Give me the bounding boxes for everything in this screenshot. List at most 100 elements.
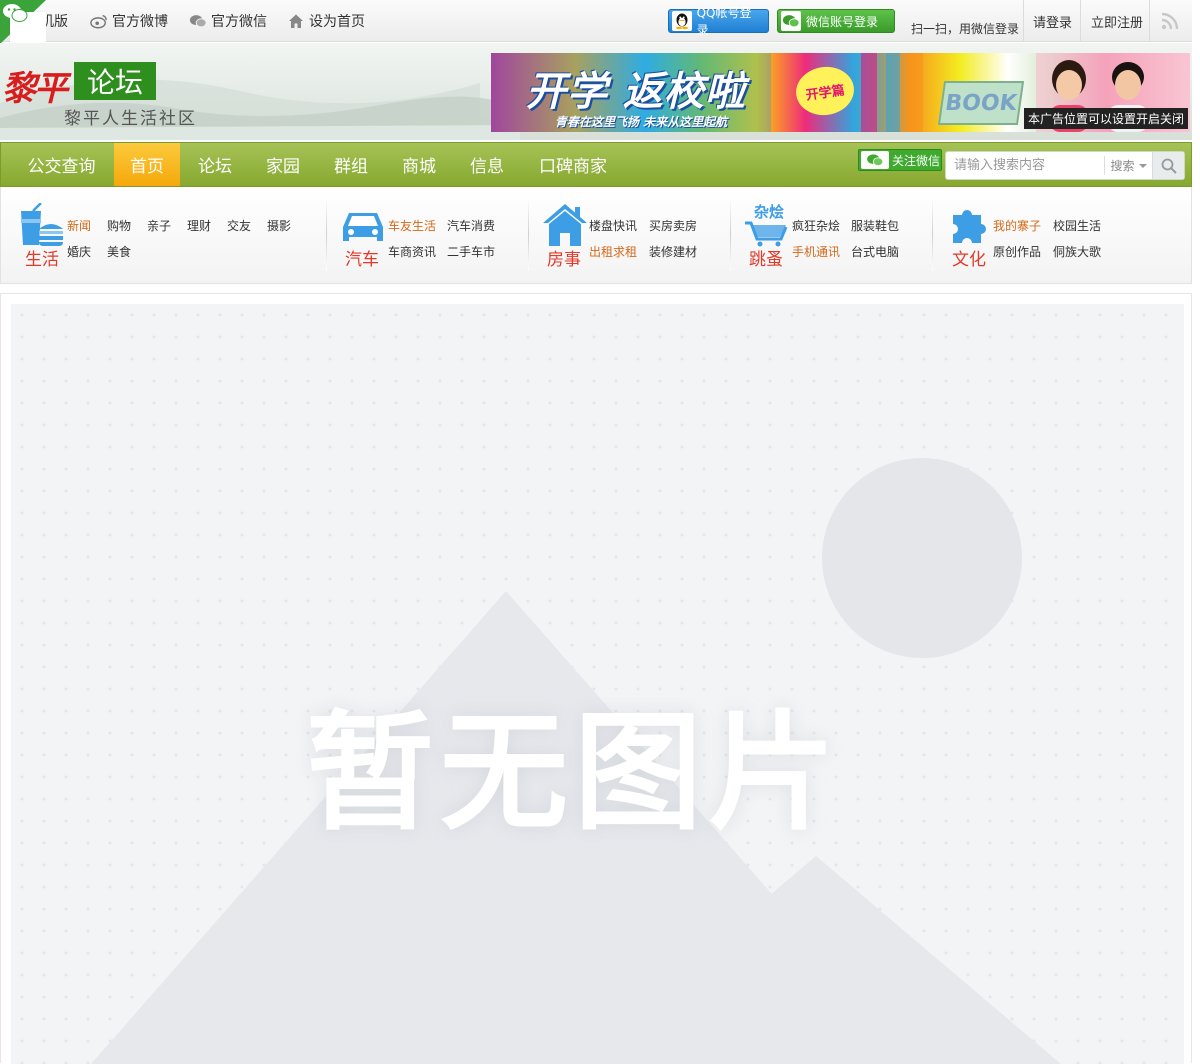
banner-book: BOOK xyxy=(937,81,1025,125)
follow-wechat-button[interactable]: 关注微信 xyxy=(858,149,942,171)
search-type-label: 搜索 xyxy=(1110,159,1135,173)
set-homepage-link[interactable]: 设为首页 xyxy=(287,11,365,31)
search-icon xyxy=(1161,158,1177,174)
category-link[interactable]: 疯狂杂烩 xyxy=(792,217,840,234)
wechat-login-label: 微信账号登录 xyxy=(806,14,879,29)
qq-login-label: QQ帐号登录 xyxy=(696,6,752,37)
category-house: 房事 楼盘快讯 买房卖房 出租求租 装修建材 xyxy=(543,187,723,284)
category-link[interactable]: 原创作品 xyxy=(993,243,1041,260)
qq-penguin-icon xyxy=(672,11,692,31)
logo-wordmark-green[interactable]: 论坛 xyxy=(74,62,156,100)
banner-slogan: 青春在这里飞扬 未来从这里起航 xyxy=(555,115,728,129)
wechat-corner-badge[interactable] xyxy=(0,0,46,44)
category-link[interactable]: 台式电脑 xyxy=(851,243,899,260)
search-input[interactable] xyxy=(946,152,1104,179)
scan-wechat-login-text[interactable]: 扫一扫，用微信登录 xyxy=(911,20,1019,37)
nav-item-home[interactable]: 首页 xyxy=(114,143,180,186)
category-link[interactable]: 交友 xyxy=(227,217,251,234)
category-link[interactable]: 汽车消费 xyxy=(447,217,495,234)
nav-item-groups[interactable]: 群组 xyxy=(322,143,380,186)
site-header: 黎平 论坛 黎平人生活社区 开学 返校啦 青春在这里飞扬 未来从这里起航 开学篇… xyxy=(0,43,1192,140)
qq-login-button[interactable]: QQ帐号登录 xyxy=(668,6,769,37)
logo-wordmark-red[interactable]: 黎平 xyxy=(2,61,68,110)
category-link[interactable]: 摄影 xyxy=(267,217,291,234)
category-title[interactable]: 房事 xyxy=(547,245,581,270)
category-link[interactable]: 我的寨子 xyxy=(993,217,1041,234)
category-title[interactable]: 汽车 xyxy=(345,245,379,270)
follow-wechat-label: 关注微信 xyxy=(892,153,941,168)
weibo-icon xyxy=(90,14,107,29)
top-separator xyxy=(1149,0,1150,42)
weibo-link[interactable]: 官方微博 xyxy=(90,11,168,31)
wechat-icon xyxy=(861,151,889,169)
top-separator xyxy=(1023,0,1024,42)
house-icon xyxy=(543,204,587,246)
category-panel: 生活 新闻 购物 亲子 理财 交友 摄影 婚庆 美食 汽车 车友生活 汽车消费 … xyxy=(0,187,1192,284)
category-link[interactable]: 二手车市 xyxy=(447,243,495,260)
wechat-label: 官方微信 xyxy=(211,14,267,30)
category-car: 汽车 车友生活 汽车消费 车商资讯 二手车市 xyxy=(341,187,521,284)
nav-item-homepage-space[interactable]: 家园 xyxy=(254,143,312,186)
chevron-down-icon xyxy=(1138,163,1147,168)
wechat-icon xyxy=(3,4,28,22)
nav-item-info[interactable]: 信息 xyxy=(458,143,516,186)
banner-title: 开学 返校啦 xyxy=(526,69,746,115)
wechat-icon xyxy=(189,15,207,28)
category-link[interactable]: 美食 xyxy=(107,243,131,260)
category-link[interactable]: 校园生活 xyxy=(1053,217,1101,234)
category-link[interactable]: 购物 xyxy=(107,217,131,234)
weibo-label: 官方微博 xyxy=(112,14,168,30)
main-nav: 公交查询 首页 论坛 家园 群组 商城 信息 口碑商家 关注微信 搜索 xyxy=(0,142,1192,187)
nav-item-bus-query[interactable]: 公交查询 xyxy=(13,143,110,186)
search-type-select[interactable]: 搜索 xyxy=(1104,156,1152,175)
category-link[interactable]: 车友生活 xyxy=(388,217,436,234)
no-image-text: 暂无图片 xyxy=(306,699,843,848)
content-area: 暂无图片 xyxy=(0,293,1192,1064)
category-title[interactable]: 生活 xyxy=(25,245,59,270)
register-link[interactable]: 立即注册 xyxy=(1091,12,1143,31)
drink-burger-icon xyxy=(21,203,63,246)
category-link[interactable]: 新闻 xyxy=(67,217,91,234)
category-link[interactable]: 婚庆 xyxy=(67,243,91,260)
category-link[interactable]: 装修建材 xyxy=(649,243,697,260)
category-title[interactable]: 文化 xyxy=(952,245,986,270)
category-link[interactable]: 手机通讯 xyxy=(792,243,840,260)
top-bar: 机版 官方微博 官方微信 设为首页 QQ帐号登录 微信账号登录 扫一扫，用微信登… xyxy=(0,0,1192,42)
category-icon-label: 杂烩 xyxy=(754,203,785,221)
puzzle-icon xyxy=(953,209,986,243)
nav-item-mall[interactable]: 商城 xyxy=(390,143,448,186)
category-life: 生活 新闻 购物 亲子 理财 交友 摄影 婚庆 美食 xyxy=(19,187,319,284)
wechat-login-button[interactable]: 微信账号登录 xyxy=(777,9,895,33)
login-link[interactable]: 请登录 xyxy=(1033,12,1072,31)
category-title[interactable]: 跳蚤 xyxy=(749,245,783,270)
wechat-icon xyxy=(781,11,801,31)
category-divider xyxy=(932,197,933,271)
nav-item-forum[interactable]: 论坛 xyxy=(186,143,244,186)
set-homepage-label: 设为首页 xyxy=(309,14,365,30)
category-link[interactable]: 买房卖房 xyxy=(649,217,697,234)
category-divider xyxy=(528,197,529,271)
category-divider xyxy=(730,197,731,271)
nav-item-merchants[interactable]: 口碑商家 xyxy=(526,143,620,186)
category-link[interactable]: 服装鞋包 xyxy=(851,217,899,234)
category-link[interactable]: 亲子 xyxy=(147,217,171,234)
wechat-link[interactable]: 官方微信 xyxy=(189,11,267,31)
home-icon xyxy=(289,14,303,28)
search-box: 搜索 xyxy=(945,151,1185,180)
ad-banner[interactable]: 开学 返校啦 青春在这里飞扬 未来从这里起航 开学篇 BOOK 本广告位置可以设… xyxy=(491,53,1190,132)
search-button[interactable] xyxy=(1152,152,1184,179)
category-link[interactable]: 车商资讯 xyxy=(388,243,436,260)
category-culture: 文化 我的寨子 校园生活 原创作品 侗族大歌 xyxy=(949,187,1149,284)
category-flea-market: 杂烩 跳蚤 疯狂杂烩 服装鞋包 手机通讯 台式电脑 xyxy=(745,187,925,284)
car-icon xyxy=(343,213,383,241)
ad-close-notice[interactable]: 本广告位置可以设置开启关闭 xyxy=(1023,108,1188,129)
category-link[interactable]: 楼盘快讯 xyxy=(589,217,637,234)
category-divider xyxy=(326,197,327,271)
image-placeholder: 暂无图片 xyxy=(11,304,1184,1064)
category-link[interactable]: 出租求租 xyxy=(589,243,637,260)
top-separator xyxy=(1080,0,1081,42)
logo-tagline: 黎平人生活社区 xyxy=(64,109,197,129)
rss-icon[interactable] xyxy=(1161,12,1179,30)
category-link[interactable]: 侗族大歌 xyxy=(1053,243,1101,260)
category-link[interactable]: 理财 xyxy=(187,217,211,234)
